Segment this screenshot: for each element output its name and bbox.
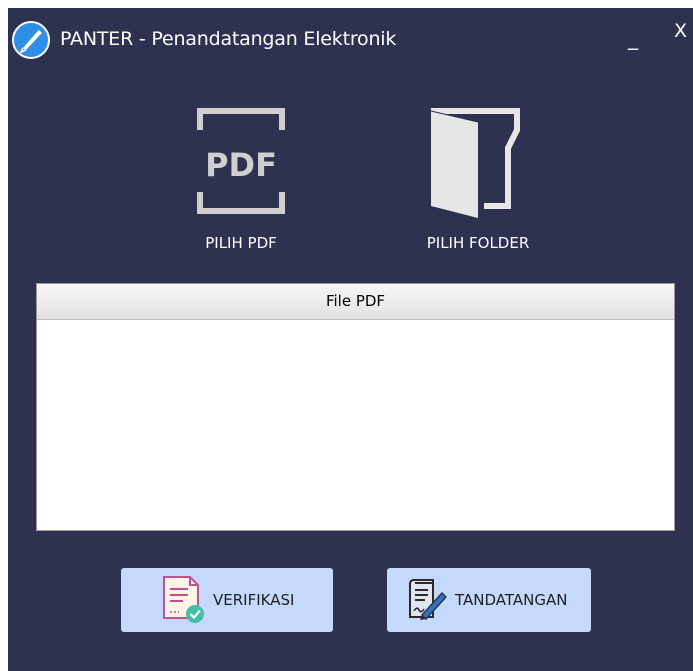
verify-document-icon xyxy=(163,576,204,623)
pick-folder-button[interactable]: PILIH FOLDER xyxy=(408,108,548,258)
window-title: PANTER - Penandatangan Elektronik xyxy=(60,28,397,50)
verify-button[interactable]: VERIFIKASI xyxy=(121,568,333,632)
pick-pdf-button[interactable]: PDF PILIH PDF xyxy=(176,108,306,258)
title-bar: PANTER - Penandatangan Elektronik _ X xyxy=(8,8,693,72)
minimize-button[interactable]: _ xyxy=(628,26,650,52)
pdf-document-icon: PDF xyxy=(197,108,285,214)
file-table-body[interactable] xyxy=(37,320,674,530)
sign-button[interactable]: TANDATANGAN xyxy=(387,568,591,632)
app-logo-icon xyxy=(12,21,50,59)
pick-folder-label: PILIH FOLDER xyxy=(426,234,530,252)
sign-button-label: TANDATANGAN xyxy=(455,591,568,609)
file-table[interactable]: File PDF xyxy=(36,283,675,531)
close-button[interactable]: X xyxy=(674,20,693,46)
main-window: PANTER - Penandatangan Elektronik _ X PD… xyxy=(8,8,693,671)
column-header-file-pdf[interactable]: File PDF xyxy=(37,284,674,320)
svg-text:PDF: PDF xyxy=(205,146,277,184)
sign-document-icon xyxy=(409,579,447,621)
verify-button-label: VERIFIKASI xyxy=(213,591,295,609)
open-folder-icon xyxy=(430,108,520,218)
pick-pdf-label: PILIH PDF xyxy=(205,234,277,252)
